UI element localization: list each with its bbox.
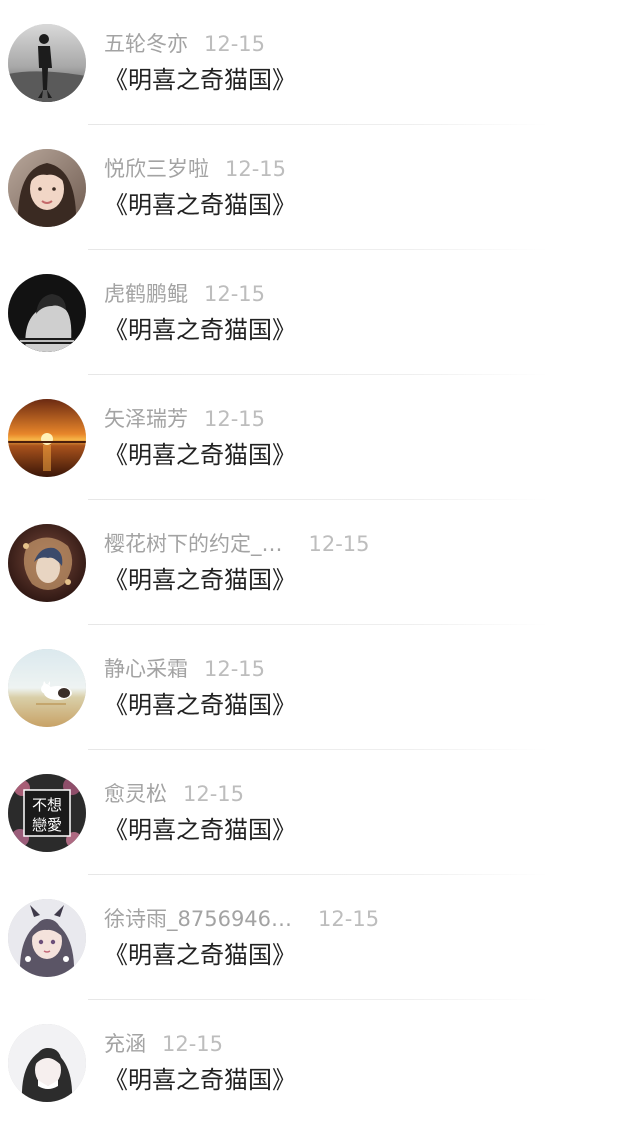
conversation-meta: 徐诗雨_8756946… 12-15: [104, 903, 379, 935]
message-preview: 《明喜之奇猫国》: [104, 816, 296, 844]
conversation-row[interactable]: 徐诗雨_8756946… 12-15 《明喜之奇猫国》: [0, 875, 640, 1000]
timestamp: 12-15: [204, 657, 266, 681]
avatar[interactable]: [8, 1024, 86, 1102]
timestamp: 12-15: [204, 282, 266, 306]
conversation-meta: 静心采霜 12-15: [104, 653, 265, 685]
conversation-meta: 樱花树下的约定_… 12-15: [104, 528, 370, 560]
conversation-meta: 愈灵松 12-15: [104, 778, 244, 810]
conversation-meta: 虎鹤鹏鲲 12-15: [104, 278, 265, 310]
message-preview: 《明喜之奇猫国》: [104, 316, 296, 344]
message-preview: 《明喜之奇猫国》: [104, 691, 296, 719]
conversation-row[interactable]: 矢泽瑞芳 12-15 《明喜之奇猫国》: [0, 375, 640, 500]
avatar[interactable]: [8, 274, 86, 352]
avatar[interactable]: [8, 399, 86, 477]
conversation-meta: 五轮冬亦 12-15: [104, 28, 265, 60]
sender-name: 徐诗雨_8756946…: [104, 907, 293, 931]
conversation-row[interactable]: 虎鹤鹏鲲 12-15 《明喜之奇猫国》: [0, 250, 640, 375]
avatar[interactable]: 不想 戀愛: [8, 774, 86, 852]
bw-person-silhouette-avatar-icon: [8, 24, 86, 102]
sunset-avatar-icon: [8, 399, 86, 477]
message-preview: 《明喜之奇猫国》: [104, 441, 296, 469]
message-preview: 《明喜之奇猫国》: [104, 66, 296, 94]
anime-art-avatar-icon: [8, 524, 86, 602]
sender-name: 五轮冬亦: [104, 32, 188, 56]
conversation-row[interactable]: 不想 戀愛 愈灵松 12-15 《明喜之奇猫国》: [0, 750, 640, 875]
message-preview: 《明喜之奇猫国》: [104, 566, 296, 594]
sender-name: 矢泽瑞芳: [104, 407, 188, 431]
anime-girl-avatar-icon: [8, 899, 86, 977]
sender-name: 樱花树下的约定_…: [104, 532, 283, 556]
avatar[interactable]: [8, 899, 86, 977]
sender-name: 虎鹤鹏鲲: [104, 282, 188, 306]
light-portrait-avatar-icon: [8, 1024, 86, 1102]
conversation-meta: 矢泽瑞芳 12-15: [104, 403, 265, 435]
girl-selfie-avatar-icon: [8, 149, 86, 227]
avatar[interactable]: [8, 649, 86, 727]
avatar-caption-line2: 戀愛: [32, 816, 62, 834]
message-preview: 《明喜之奇猫国》: [104, 191, 296, 219]
avatar[interactable]: [8, 524, 86, 602]
avatar-caption-line1: 不想: [32, 796, 62, 814]
dark-portrait-avatar-icon: [8, 274, 86, 352]
conversation-row[interactable]: 充涵 12-15 《明喜之奇猫国》: [0, 1000, 640, 1125]
conversation-row[interactable]: 悦欣三岁啦 12-15 《明喜之奇猫国》: [0, 125, 640, 250]
conversation-row[interactable]: 五轮冬亦 12-15 《明喜之奇猫国》: [0, 0, 640, 125]
conversation-meta: 充涵 12-15: [104, 1028, 223, 1060]
conversation-row[interactable]: 樱花树下的约定_… 12-15 《明喜之奇猫国》: [0, 500, 640, 625]
sender-name: 充涵: [104, 1032, 146, 1056]
sender-name: 静心采霜: [104, 657, 188, 681]
timestamp: 12-15: [204, 407, 266, 431]
conversation-row[interactable]: 静心采霜 12-15 《明喜之奇猫国》: [0, 625, 640, 750]
timestamp: 12-15: [183, 782, 245, 806]
timestamp: 12-15: [308, 532, 370, 556]
avatar[interactable]: [8, 149, 86, 227]
cat-on-beach-avatar-icon: [8, 649, 86, 727]
timestamp: 12-15: [318, 907, 380, 931]
conversation-list: 五轮冬亦 12-15 《明喜之奇猫国》 悦欣三岁啦 12-15 《明喜之奇猫国》…: [0, 0, 640, 1119]
timestamp: 12-15: [162, 1032, 224, 1056]
text-collage-avatar-icon: 不想 戀愛: [8, 774, 86, 852]
conversation-meta: 悦欣三岁啦 12-15: [104, 153, 286, 185]
timestamp: 12-15: [225, 157, 287, 181]
avatar[interactable]: [8, 24, 86, 102]
message-preview: 《明喜之奇猫国》: [104, 941, 296, 969]
message-preview: 《明喜之奇猫国》: [104, 1066, 296, 1094]
sender-name: 愈灵松: [104, 782, 167, 806]
timestamp: 12-15: [204, 32, 266, 56]
sender-name: 悦欣三岁啦: [104, 157, 209, 181]
